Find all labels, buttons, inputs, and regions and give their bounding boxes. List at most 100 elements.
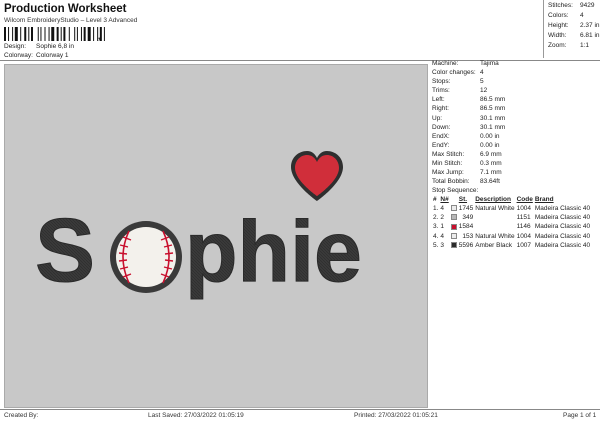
color-swatch: [450, 232, 457, 239]
barcode-bar: [68, 27, 70, 41]
row-needle: 1: [440, 223, 445, 231]
row-description: Amber Black: [475, 241, 513, 249]
barcode-bar: [51, 27, 55, 41]
footer-last-saved: Last Saved: 27/03/2022 01:05:19: [148, 412, 244, 419]
spec-row: EndX: 0.00 in: [432, 132, 500, 140]
row-num: 4.: [433, 232, 439, 240]
row-description: Natural White: [475, 232, 515, 240]
col-brand: Brand: [534, 195, 554, 203]
row-stitches: 349: [462, 214, 474, 222]
row-code: 1146: [516, 223, 531, 231]
barcode-bar: [37, 27, 39, 41]
design-specs: Machine: Tajima Color changes: 4 Stops: 5 T…: [432, 59, 600, 250]
barcode-bar: [56, 27, 59, 41]
barcode-bar: [8, 27, 10, 41]
spec-row: Down: 30.1 mm: [432, 123, 506, 131]
spec-row: EndY: 0.00 in: [432, 141, 500, 149]
row-needle: 4: [440, 205, 445, 212]
heart-icon: [291, 151, 343, 201]
stat-row: Zoom: 1:1: [548, 42, 590, 49]
stat-row: Colors: 4: [548, 12, 584, 19]
barcode-bar: [40, 27, 42, 41]
table-row: 1. 4 1745 Natural White 1004 Madeira Classic …: [432, 204, 591, 213]
table-row: 4. 4 153 Natural White 1004 Madeira Classic 4…: [432, 232, 591, 241]
colorway-value: Colorway 1: [36, 52, 69, 59]
spec-row: Right: 86.5 mm: [432, 105, 506, 113]
row-description: [474, 214, 515, 223]
barcode-bar: [24, 27, 27, 41]
table-row: 5. 3 5596 Amber Black 1007 Madeira Classic 40: [432, 241, 591, 250]
spec-row: Stops: 5: [432, 78, 484, 86]
page-title: Production Worksheet: [4, 3, 127, 15]
table-header: # N# St. Description Code Brand: [432, 195, 591, 204]
row-brand: Madeira Classic 40: [534, 241, 591, 249]
color-swatch: [450, 205, 457, 212]
row-swatch: [450, 223, 458, 232]
stop-sequence-table: # N# St. Description Code Brand 1. 4 1745 N…: [432, 195, 591, 250]
col-desc: Description: [475, 195, 511, 203]
stop-sequence-title: Stop Sequence:: [432, 187, 479, 195]
row-stitches: 1584: [458, 223, 474, 231]
stats-box: Stitches: 9429 Colors: 4 Height: 2.37 in Wi…: [543, 0, 600, 58]
stat-row: Height: 2.37 in: [548, 22, 600, 29]
spec-row: Min Stitch: 0.3 mm: [432, 160, 502, 168]
col-num: #: [433, 195, 437, 203]
row-swatch: [450, 214, 458, 223]
spec-row: Trims: 12: [432, 87, 488, 95]
word-phie: phie: [185, 204, 362, 300]
footer-page: Page 1 of 1: [563, 412, 597, 419]
spec-row: Max Jump: 7.1 mm: [432, 169, 502, 177]
color-swatch: [450, 242, 457, 249]
colorway-label: Colorway:: [4, 52, 33, 59]
spec-row: Total Bobbin: 83.64ft: [432, 178, 500, 186]
row-brand: Madeira Classic 40: [534, 205, 591, 212]
barcode: [4, 27, 105, 41]
footer-printed: Printed: 27/03/2022 01:05:21: [354, 412, 438, 419]
barcode-bar: [31, 27, 33, 41]
color-swatch: [450, 223, 457, 230]
row-stitches: 5596: [458, 241, 474, 249]
row-num: 5.: [433, 241, 439, 249]
row-brand: Madeira Classic 40: [534, 223, 591, 231]
col-swatch: [450, 195, 458, 204]
barcode-bar: [87, 27, 91, 41]
col-st: St.: [458, 195, 468, 203]
barcode-bar: [103, 27, 105, 41]
barcode-bar: [76, 27, 78, 41]
row-num: 1.: [433, 205, 439, 212]
spec-row: Max Stitch: 6.9 mm: [432, 150, 502, 158]
design-preview: S phie: [4, 64, 428, 408]
barcode-bar: [80, 27, 82, 41]
row-swatch: [450, 204, 458, 213]
barcode-bar: [48, 27, 50, 41]
row-needle: 2: [440, 214, 445, 222]
row-num: 3.: [433, 223, 439, 231]
spec-row: Machine: Tajima: [432, 60, 499, 67]
barcode-bar: [44, 27, 46, 41]
barcode-bar: [60, 27, 62, 41]
design-meta: Design: Sophie 6,8 in: [4, 43, 74, 51]
row-brand: Madeira Classic 40: [534, 214, 591, 222]
barcode-mark: ,: [98, 31, 101, 41]
row-code: 1004: [516, 232, 532, 240]
row-needle: 3: [440, 241, 445, 249]
row-brand: Madeira Classic 40: [534, 232, 591, 240]
barcode-bar: [14, 27, 18, 41]
table-row: 2. 2 349 1151 Madeira Classic 40: [432, 214, 591, 223]
colorway-meta: Colorway: Colorway 1: [4, 52, 69, 60]
barcode-bar: [28, 27, 30, 41]
barcode-bar: [12, 27, 14, 41]
row-code: 1151: [516, 214, 531, 222]
baseball-icon: [110, 221, 182, 293]
row-code: 1004: [516, 205, 532, 212]
letter-s: S: [35, 201, 95, 301]
col-n: N#: [440, 195, 449, 203]
bottom-divider: [0, 409, 600, 410]
col-code: Code: [516, 195, 533, 203]
row-needle: 4: [440, 232, 445, 240]
barcode-bar: [63, 27, 66, 41]
spec-row: Up: 30.1 mm: [432, 114, 506, 122]
barcode-bar: [20, 27, 22, 41]
design-artwork: S phie: [35, 151, 362, 302]
barcode-bar: [93, 27, 95, 41]
